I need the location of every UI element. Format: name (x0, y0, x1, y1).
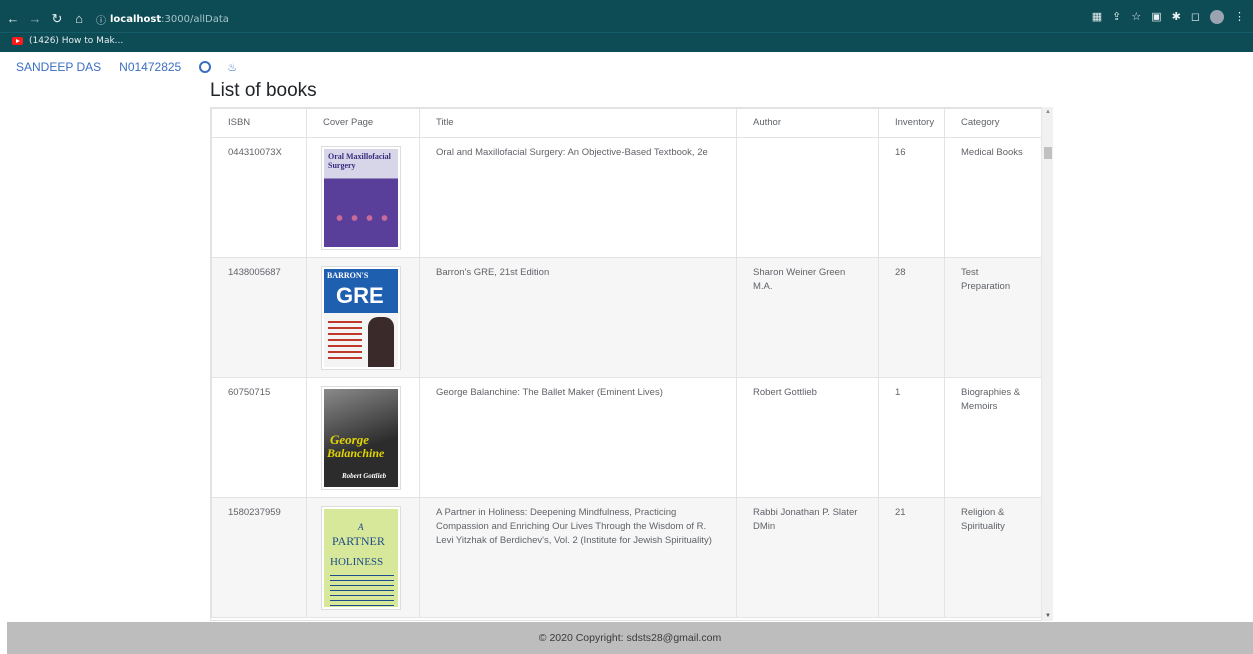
cover-text: George (330, 432, 369, 447)
cell-title: George Balanchine: The Ballet Maker (Emi… (419, 377, 737, 498)
cell-cover: Oral Maxillofacial Surgery (306, 137, 420, 258)
menu-kebab-icon[interactable]: ⋮ (1234, 11, 1245, 23)
page-footer: © 2020 Copyright: sdsts28@gmail.com (7, 622, 1253, 654)
cover-decoration (330, 575, 394, 607)
forward-icon[interactable]: → (26, 11, 44, 27)
share-icon[interactable]: ⇪ (1112, 11, 1121, 23)
cover-art: George Balanchine Robert Gottlieb (324, 389, 398, 487)
cell-category: Biographies & Memoirs (944, 377, 1045, 498)
cell-cover: A PARTNER HOLINESS (306, 497, 420, 618)
bookmark-item[interactable]: (1426) How to Mak... (12, 36, 123, 46)
cell-isbn: 60750715 (211, 377, 307, 498)
cover-art: Oral Maxillofacial Surgery (324, 149, 398, 247)
cover-text: GRE (336, 283, 384, 308)
cover-image: George Balanchine Robert Gottlieb (321, 386, 401, 490)
cover-text: HOLINESS (330, 556, 384, 568)
sidepanel-icon[interactable]: ◻ (1191, 11, 1200, 23)
url-path: :3000/allData (161, 13, 229, 25)
browser-nav: ← → ↻ ⌂ ⓘ localhost :3000/allData (0, 6, 1156, 32)
site-info-icon[interactable]: ⓘ (96, 12, 110, 27)
header-cover: Cover Page (306, 108, 420, 138)
app-navbar: SANDEEP DAS N01472825 ♨ (16, 60, 237, 74)
cover-decoration (328, 321, 362, 361)
cover-text: Robert Gottlieb (342, 472, 387, 480)
cover-image: BARRON'S GRE (321, 266, 401, 370)
address-bar[interactable]: ⓘ localhost :3000/allData (96, 9, 1156, 29)
cover-image: A PARTNER HOLINESS (321, 506, 401, 610)
cell-inventory: 16 (878, 137, 945, 258)
page-title: List of books (210, 80, 317, 101)
scroll-down-icon[interactable]: ▼ (1045, 613, 1051, 619)
puzzle-icon[interactable]: ✱ (1172, 11, 1181, 23)
header-isbn: ISBN (211, 108, 307, 138)
table-row: 1580237959 A PARTNER HOLINESS A Partner … (211, 497, 1045, 618)
home-icon[interactable]: ⌂ (70, 11, 88, 27)
cover-text: Surgery (328, 161, 356, 170)
cover-decoration (368, 317, 394, 367)
cell-category: Test Preparation (944, 257, 1045, 378)
books-table: ISBN Cover Page Title Author Inventory C… (211, 108, 1045, 618)
browser-actions: ▦ ⇪ ☆ ▣ ✱ ◻ ⋮ (1092, 10, 1245, 24)
back-icon[interactable]: ← (4, 11, 22, 27)
cell-isbn: 044310073X (211, 137, 307, 258)
cell-author: Sharon Weiner Green M.A. (736, 257, 879, 378)
cover-text: BARRON'S (327, 271, 369, 280)
cover-text: Maxillofacial (346, 152, 391, 161)
cover-art: A PARTNER HOLINESS (324, 509, 398, 607)
header-inventory: Inventory (878, 108, 945, 138)
cell-title: A Partner in Holiness: Deepening Mindful… (419, 497, 737, 618)
cell-cover: George Balanchine Robert Gottlieb (306, 377, 420, 498)
youtube-icon (12, 37, 23, 45)
browser-toolbar: ← → ↻ ⌂ ⓘ localhost :3000/allData ▦ ⇪ ☆ … (0, 0, 1253, 32)
books-table-container: ISBN Cover Page Title Author Inventory C… (210, 107, 1053, 621)
cover-decoration (332, 211, 392, 225)
bookmark-star-icon[interactable]: ☆ (1131, 11, 1141, 23)
scroll-thumb[interactable] (1044, 147, 1052, 159)
header-title: Title (419, 108, 737, 138)
profile-avatar[interactable] (1210, 10, 1224, 24)
cell-author: Robert Gottlieb (736, 377, 879, 498)
cover-text: A (358, 522, 364, 532)
cell-author: Rabbi Jonathan P. Slater DMin (736, 497, 879, 618)
cell-isbn: 1580237959 (211, 497, 307, 618)
cover-text: PARTNER (332, 534, 385, 548)
cell-isbn: 1438005687 (211, 257, 307, 378)
scroll-up-icon[interactable]: ▲ (1045, 109, 1051, 115)
cell-cover: BARRON'S GRE (306, 257, 420, 378)
table-header-row: ISBN Cover Page Title Author Inventory C… (211, 108, 1045, 138)
table-row: 60750715 George Balanchine Robert Gottli… (211, 377, 1045, 498)
cell-title: Barron's GRE, 21st Edition (419, 257, 737, 378)
java-icon[interactable]: ♨ (227, 61, 237, 74)
table-scrollbar[interactable]: ▲ ▼ (1041, 107, 1053, 621)
cover-image: Oral Maxillofacial Surgery (321, 146, 401, 250)
cell-category: Medical Books (944, 137, 1045, 258)
cover-text: Oral (328, 152, 344, 161)
extension-icon[interactable]: ▣ (1151, 11, 1161, 23)
github-icon[interactable] (199, 61, 212, 73)
url-host: localhost (110, 13, 162, 25)
cell-inventory: 21 (878, 497, 945, 618)
translate-icon[interactable]: ▦ (1092, 11, 1102, 23)
header-category: Category (944, 108, 1045, 138)
header-author: Author (736, 108, 879, 138)
table-row: 1438005687 BARRON'S GRE Barron's GRE, 21… (211, 257, 1045, 378)
reload-icon[interactable]: ↻ (48, 11, 66, 27)
bookmarks-bar: (1426) How to Mak... (0, 32, 1253, 52)
nav-name-link[interactable]: SANDEEP DAS (16, 60, 101, 74)
cell-title: Oral and Maxillofacial Surgery: An Objec… (419, 137, 737, 258)
cell-author (736, 137, 879, 258)
bookmark-label: (1426) How to Mak... (29, 36, 124, 46)
table-row: 044310073X Oral Maxillofacial Surgery Or… (211, 137, 1045, 258)
cover-art: BARRON'S GRE (324, 269, 398, 367)
cell-inventory: 1 (878, 377, 945, 498)
footer-copyright: © 2020 Copyright: sdsts28@gmail.com (538, 632, 722, 644)
cell-category: Religion & Spirituality (944, 497, 1045, 618)
nav-id-link[interactable]: N01472825 (119, 60, 181, 74)
cell-inventory: 28 (878, 257, 945, 378)
cover-text: Balanchine (327, 446, 385, 460)
